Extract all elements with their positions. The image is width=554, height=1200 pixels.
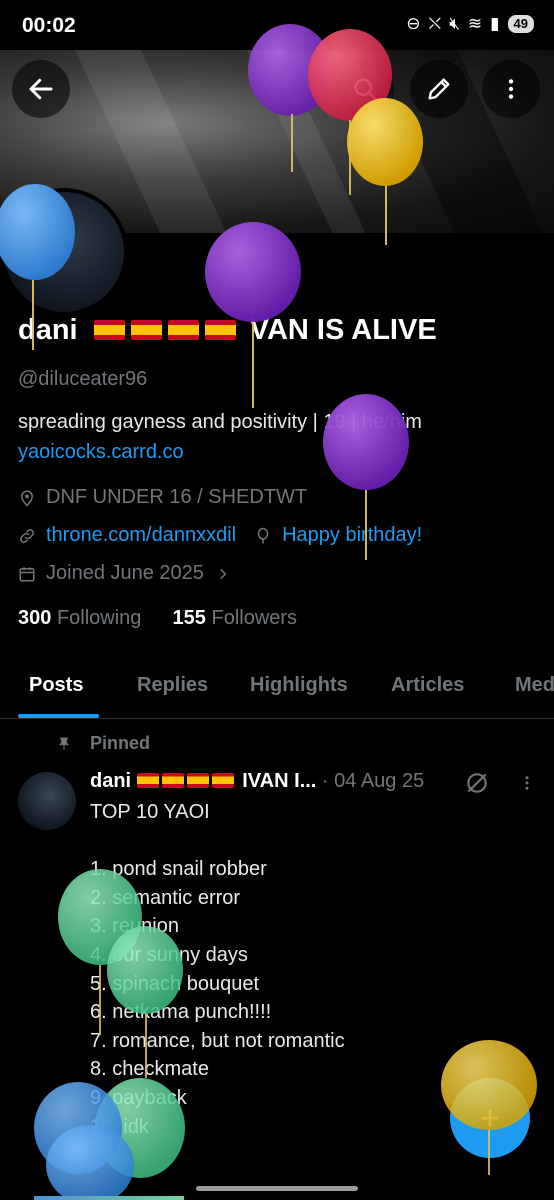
battery-icon: 49 bbox=[507, 15, 534, 33]
post-more-icon[interactable] bbox=[518, 772, 536, 794]
tab-posts[interactable]: Posts bbox=[29, 674, 83, 697]
arrow-left-icon bbox=[29, 78, 53, 100]
joined-text: Joined June 2025 bbox=[46, 562, 204, 584]
post-header: dani IVAN I... · 04 Aug 25 bbox=[90, 770, 424, 793]
pinned-label: Pinned bbox=[56, 733, 150, 754]
status-icons: ⊖ ⛌ 🔇︎ ≋ ▮ 49 bbox=[406, 14, 534, 34]
post-author[interactable]: dani IVAN I... bbox=[90, 770, 316, 792]
bottom-decoration bbox=[34, 1196, 184, 1200]
post-body: TOP 10 YAOI 1. pond snail robber 2. sema… bbox=[90, 801, 345, 1138]
location-row: DNF UNDER 16 / SHEDTWT bbox=[18, 486, 307, 509]
bio-link[interactable]: yaoicocks.carrd.co bbox=[18, 441, 184, 464]
flag-emoji bbox=[204, 320, 236, 340]
more-vertical-icon bbox=[508, 79, 514, 99]
signal-icon: ▮ bbox=[490, 14, 500, 33]
search-icon bbox=[354, 78, 377, 101]
active-tab-indicator bbox=[18, 714, 99, 718]
flag-emoji bbox=[93, 320, 125, 340]
tab-highlights[interactable]: Highlights bbox=[250, 674, 348, 697]
tab-media[interactable]: Med bbox=[515, 674, 554, 697]
home-indicator[interactable] bbox=[196, 1186, 358, 1191]
link-icon bbox=[20, 528, 34, 543]
profile-handle: @diluceater96 bbox=[18, 368, 148, 390]
plus-icon: + bbox=[479, 1097, 501, 1138]
display-name: dani VAN IS ALIVE bbox=[18, 314, 437, 347]
followers-link[interactable]: 155 Followers bbox=[173, 607, 298, 629]
flag-emoji bbox=[167, 320, 199, 340]
chevron-right-icon bbox=[220, 568, 227, 579]
search-button[interactable] bbox=[336, 60, 394, 118]
profile-avatar[interactable] bbox=[0, 188, 128, 316]
tab-articles[interactable]: Articles bbox=[391, 674, 464, 697]
status-time: 00:02 bbox=[22, 14, 76, 37]
flag-emoji bbox=[161, 773, 184, 788]
location-pin-icon bbox=[20, 490, 34, 507]
flag-emoji bbox=[211, 773, 234, 788]
display-name-prefix: dani bbox=[18, 314, 78, 346]
profile-bio: spreading gayness and positivity | 19 | … bbox=[18, 411, 422, 433]
website-row: throne.com/dannxxdil Happy birthday! bbox=[18, 524, 422, 547]
pin-icon bbox=[59, 737, 69, 750]
bed-icon: ⛌ bbox=[428, 14, 442, 33]
flag-emoji bbox=[130, 320, 162, 340]
following-link[interactable]: 300 Following bbox=[18, 607, 141, 629]
post-date: · 04 Aug 25 bbox=[321, 770, 425, 792]
location-text: DNF UNDER 16 / SHEDTWT bbox=[46, 486, 308, 508]
post-avatar[interactable] bbox=[18, 772, 76, 830]
dnd-icon: ⊖ bbox=[406, 14, 421, 33]
pencil-icon bbox=[428, 78, 450, 100]
edit-profile-button[interactable] bbox=[410, 60, 468, 118]
display-name-text: VAN IS ALIVE bbox=[249, 314, 437, 346]
flag-emoji bbox=[186, 773, 209, 788]
mute-icon: 🔇︎ bbox=[449, 14, 460, 33]
back-button[interactable] bbox=[12, 60, 70, 118]
balloon-icon bbox=[257, 527, 269, 543]
flag-emoji bbox=[136, 773, 159, 788]
profile-tabs: Posts Replies Highlights Articles Med bbox=[0, 660, 554, 719]
calendar-icon bbox=[19, 566, 35, 581]
grok-icon[interactable] bbox=[464, 770, 490, 796]
compose-button[interactable]: + bbox=[450, 1078, 530, 1158]
birthday-link[interactable]: Happy birthday! bbox=[282, 524, 422, 547]
follow-stats: 300 Following 155 Followers bbox=[18, 607, 297, 630]
more-button[interactable] bbox=[482, 60, 540, 118]
website-link[interactable]: throne.com/dannxxdil bbox=[46, 524, 236, 547]
tab-replies[interactable]: Replies bbox=[137, 674, 208, 697]
joined-row[interactable]: Joined June 2025 bbox=[18, 562, 240, 585]
wifi-icon: ≋ bbox=[467, 14, 483, 33]
